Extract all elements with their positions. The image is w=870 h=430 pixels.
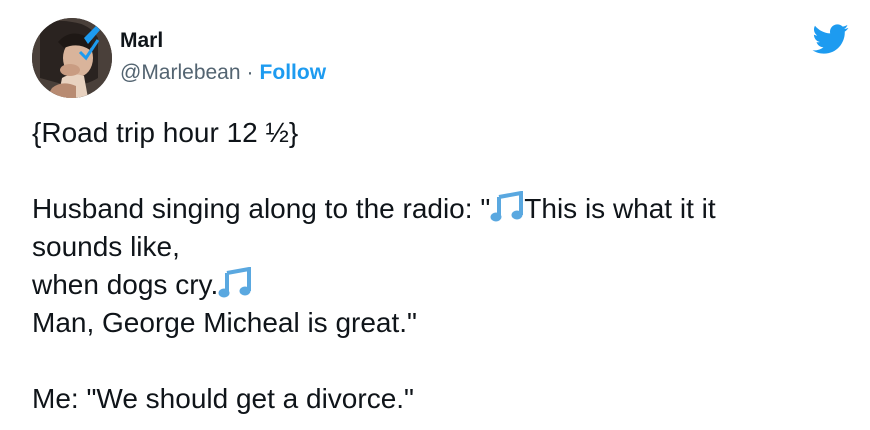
paragraph-break [32, 152, 852, 190]
tweet-line-4-text: when dogs cry. [32, 269, 219, 300]
tweet-card: Marl @Marlebean · Follow {Road trip hour 1… [0, 0, 870, 430]
tweet-line-6: Me: "We should get a divorce." [32, 383, 414, 414]
tweet-line-2: Husband singing along to the radio: " Thi… [32, 190, 852, 228]
tweet-line-2-end: This is what it it [524, 193, 716, 224]
tweet-line-5: Man, George Micheal is great." [32, 307, 417, 338]
paragraph-break [32, 342, 852, 380]
user-info: Marl @Marlebean · Follow [120, 28, 326, 86]
tweet-text: {Road trip hour 12 ½} Husband singing al… [32, 114, 852, 418]
tweet-header: Marl @Marlebean · Follow [32, 18, 852, 98]
avatar-photo [32, 18, 112, 98]
follow-button[interactable]: Follow [260, 61, 327, 84]
musical-notes-icon [218, 267, 252, 298]
avatar[interactable] [32, 18, 112, 98]
tweet-line-4: when dogs cry. [32, 266, 852, 304]
separator-dot: · [246, 61, 254, 84]
display-name[interactable]: Marl [120, 28, 326, 54]
musical-notes-icon [490, 191, 524, 222]
handle-row: @Marlebean · Follow [120, 60, 326, 86]
twitter-bird-icon[interactable] [808, 20, 852, 58]
tweet-line-1: {Road trip hour 12 ½} [32, 117, 299, 148]
tweet-line-3: sounds like, [32, 231, 180, 262]
user-handle[interactable]: @Marlebean [120, 61, 241, 84]
tweet-line-2-start: Husband singing along to the radio: " [32, 193, 491, 224]
